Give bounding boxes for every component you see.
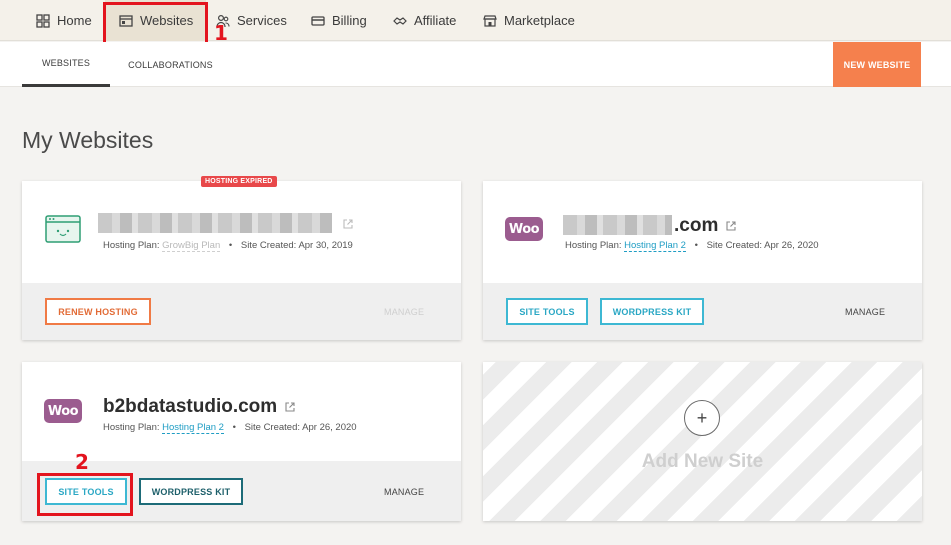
site-meta: Hosting Plan: GrowBig Plan • Site Create… [103, 240, 353, 252]
site-tools-button[interactable]: SITE TOOLS [506, 298, 588, 325]
handshake-icon [393, 14, 407, 28]
manage-link[interactable]: MANAGE [384, 487, 424, 497]
redacted-domain [563, 215, 672, 235]
plan-link[interactable]: Hosting Plan 2 [162, 422, 224, 434]
grid-icon [36, 13, 50, 28]
site-meta: Hosting Plan: Hosting Plan 2 • Site Crea… [103, 422, 357, 434]
tab-websites[interactable]: WEBSITES [22, 42, 110, 87]
website-card-expired: HOSTING EXPIRED Hosting Plan: GrowBig Pl… [22, 176, 461, 340]
add-new-site-card[interactable]: + Add New Site [483, 362, 922, 521]
highlight-box-site-tools [37, 473, 133, 516]
redacted-domain [98, 213, 332, 233]
nav-home-label: Home [57, 13, 92, 28]
nav-billing[interactable]: Billing [311, 0, 367, 41]
credit-card-icon [311, 14, 325, 28]
nav-marketplace[interactable]: Marketplace [483, 0, 575, 41]
site-domain[interactable]: b2bdatastudio.com [103, 396, 295, 418]
wordpress-kit-button[interactable]: WORDPRESS KIT [600, 298, 704, 325]
nav-home[interactable]: Home [36, 0, 92, 41]
highlight-box-websites [103, 2, 208, 45]
sub-navigation: WEBSITES COLLABORATIONS [0, 42, 951, 87]
tab-collaborations[interactable]: COLLABORATIONS [120, 42, 221, 87]
plus-icon[interactable]: + [684, 400, 720, 436]
nav-services-label: Services [237, 13, 287, 28]
woocommerce-logo: Woo [44, 399, 82, 423]
nav-billing-label: Billing [332, 13, 367, 28]
external-link-icon[interactable] [726, 221, 736, 231]
site-domain[interactable]: .com [674, 215, 736, 237]
card-footer: RENEW HOSTING MANAGE [22, 283, 461, 340]
card-footer: SITE TOOLS WORDPRESS KIT MANAGE [483, 283, 922, 340]
manage-link[interactable]: MANAGE [845, 307, 885, 317]
plan-link[interactable]: GrowBig Plan [162, 240, 221, 252]
external-link-icon[interactable] [285, 402, 295, 412]
hosting-expired-badge: HOSTING EXPIRED [201, 176, 277, 187]
woocommerce-logo: Woo [505, 217, 543, 241]
site-meta: Hosting Plan: Hosting Plan 2 • Site Crea… [565, 240, 819, 252]
nav-affiliate-label: Affiliate [414, 13, 457, 28]
nav-marketplace-label: Marketplace [504, 13, 575, 28]
external-link-icon[interactable] [343, 219, 353, 229]
nav-affiliate[interactable]: Affiliate [393, 0, 456, 41]
site-browser-icon [45, 215, 81, 243]
new-website-button[interactable]: NEW WEBSITE [833, 42, 921, 87]
annotation-number-2: 2 [75, 450, 89, 474]
manage-link-disabled: MANAGE [384, 307, 425, 317]
add-new-site-label: Add New Site [641, 451, 764, 472]
wordpress-kit-button[interactable]: WORDPRESS KIT [139, 478, 243, 505]
renew-hosting-button[interactable]: RENEW HOSTING [45, 298, 151, 325]
page-title: My Websites [22, 127, 154, 153]
store-icon [483, 14, 497, 28]
website-card-woo: Woo .com Hosting Plan: Hosting Plan 2 • … [483, 181, 922, 340]
plan-link[interactable]: Hosting Plan 2 [624, 240, 686, 252]
